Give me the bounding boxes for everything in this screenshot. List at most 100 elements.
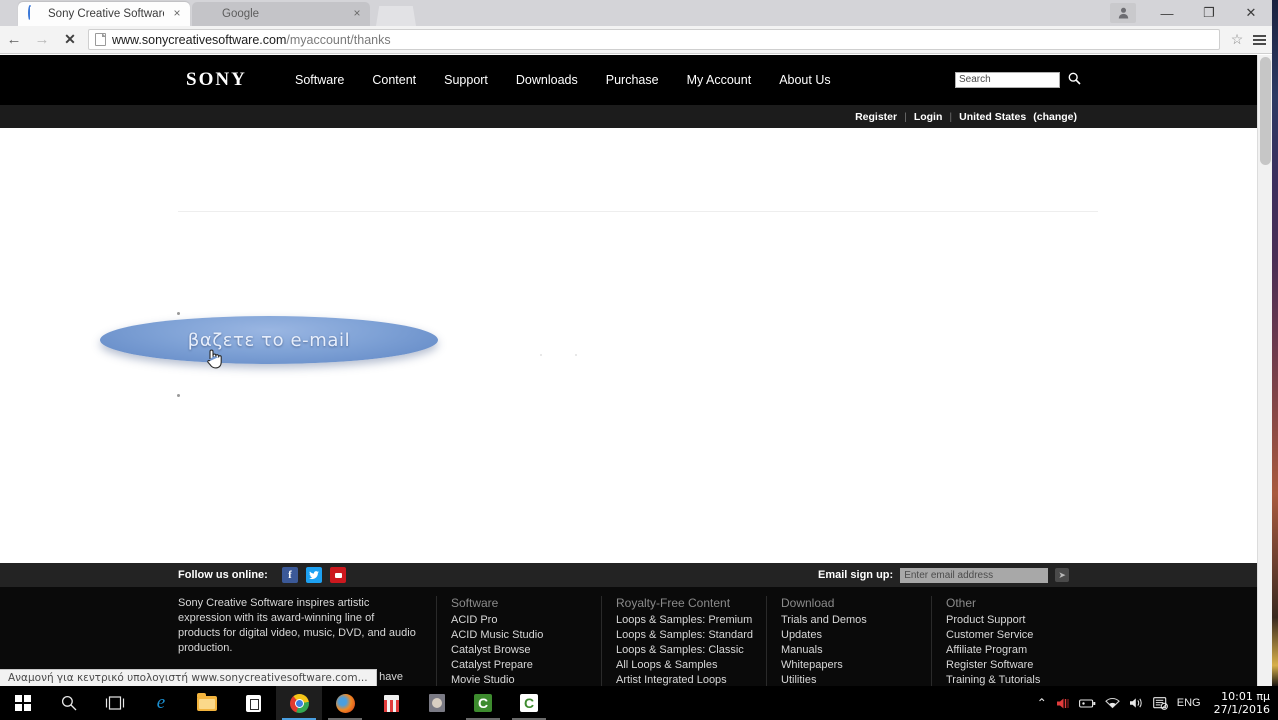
back-button[interactable]: ← [0, 26, 28, 54]
address-bar[interactable]: www.sonycreativesoftware.com/myaccount/t… [88, 29, 1220, 50]
search-icon[interactable] [1068, 72, 1081, 88]
volume-alert-icon[interactable] [1056, 697, 1070, 710]
page-content-area: βαζετε το e-mail [0, 128, 1272, 563]
footer-link[interactable]: Whitepapers [781, 658, 931, 673]
browser-status-bubble: Αναμονή για κεντρικό υπολογιστή www.sony… [0, 669, 377, 686]
footer-link[interactable]: Catalyst Browse [451, 643, 601, 658]
nav-item-downloads[interactable]: Downloads [516, 73, 578, 87]
footer-link[interactable]: All Loops & Samples [616, 658, 766, 673]
search-input[interactable]: Search [955, 72, 1060, 88]
task-view-button[interactable] [92, 686, 138, 720]
battery-icon[interactable] [1078, 698, 1096, 709]
footer-link[interactable]: Loops & Samples: Premium [616, 613, 766, 628]
popcorn-time-icon [383, 694, 399, 712]
taskbar-app-camtasia-recorder[interactable]: C [506, 686, 552, 720]
footer-link[interactable]: Artist Integrated Loops [616, 673, 766, 686]
maximize-button[interactable]: ❐ [1188, 0, 1230, 26]
speaker-icon[interactable] [1129, 697, 1144, 709]
wifi-icon[interactable] [1104, 697, 1120, 709]
social-icon-group: f [282, 567, 346, 583]
locale-label: United States [959, 110, 1027, 123]
camtasia-recorder-icon: C [520, 694, 538, 712]
taskbar-app-popcorn-time[interactable] [368, 686, 414, 720]
sony-site-header: SONY Software Content Support Downloads … [0, 55, 1272, 105]
email-signup-input[interactable]: Enter email address [900, 567, 1049, 583]
taskbar-app-photo[interactable] [414, 686, 460, 720]
nav-item-software[interactable]: Software [295, 73, 344, 87]
footer-link[interactable]: Movie Studio [451, 673, 601, 686]
nav-item-my-account[interactable]: My Account [687, 73, 752, 87]
scrollbar-thumb[interactable] [1260, 57, 1271, 165]
close-window-button[interactable]: ✕ [1230, 0, 1272, 26]
user-profile-icon[interactable] [1110, 3, 1136, 23]
email-signup-submit-button[interactable]: ➤ [1055, 568, 1070, 582]
list-bullet [177, 394, 180, 397]
content-divider [178, 211, 1098, 212]
page-scrollbar[interactable] [1257, 55, 1272, 686]
taskbar-app-file-explorer[interactable] [184, 686, 230, 720]
language-indicator[interactable]: ENG [1177, 697, 1201, 709]
taskbar-app-camtasia[interactable]: C [460, 686, 506, 720]
annotation-callout: βαζετε το e-mail [100, 316, 438, 364]
screen: Sony Creative Software - × Google × — ❐ … [0, 0, 1278, 720]
forward-button[interactable]: → [28, 26, 56, 54]
twitter-icon[interactable] [306, 567, 322, 583]
register-link[interactable]: Register [855, 111, 897, 123]
firefox-icon [335, 693, 355, 713]
faint-mark [575, 354, 577, 356]
footer-link[interactable]: ACID Pro [451, 613, 601, 628]
footer-link[interactable]: Loops & Samples: Classic [616, 643, 766, 658]
locale-change-link[interactable]: (change) [1033, 111, 1077, 123]
nav-item-content[interactable]: Content [372, 73, 416, 87]
facebook-icon[interactable]: f [282, 567, 298, 583]
chrome-browser-window: Sony Creative Software - × Google × — ❐ … [0, 0, 1272, 686]
minimize-button[interactable]: — [1146, 0, 1188, 26]
tab-google[interactable]: Google × [192, 2, 370, 26]
nav-item-purchase[interactable]: Purchase [606, 73, 659, 87]
footer-link[interactable]: Customer Service [946, 628, 1096, 643]
desktop-wallpaper [1272, 0, 1278, 686]
login-link[interactable]: Login [914, 111, 943, 123]
stop-loading-button[interactable]: ✕ [56, 26, 84, 54]
new-tab-button[interactable] [376, 6, 416, 26]
taskbar-app-microsoft-store[interactable] [230, 686, 276, 720]
footer-link[interactable]: Training & Tutorials [946, 673, 1096, 686]
sony-logo[interactable]: SONY [186, 69, 247, 91]
action-center-icon[interactable] [1152, 696, 1168, 710]
url-path: /myaccount/thanks [286, 32, 391, 47]
bookmark-star-icon[interactable]: ☆ [1226, 26, 1248, 54]
footer-link[interactable]: Manuals [781, 643, 931, 658]
clock[interactable]: 10:01 πμ 27/1/2016 [1210, 690, 1270, 716]
site-utility-nav: Register | Login | United States (change… [0, 105, 1272, 128]
footer-link[interactable]: Catalyst Prepare [451, 658, 601, 673]
search-icon [61, 695, 77, 711]
footer-link[interactable]: Utilities [781, 673, 931, 686]
nav-item-support[interactable]: Support [444, 73, 488, 87]
footer-link[interactable]: Loops & Samples: Standard [616, 628, 766, 643]
tab-close-icon[interactable]: × [350, 7, 364, 21]
chrome-menu-icon[interactable] [1248, 26, 1270, 54]
tray-expand-chevron-icon[interactable]: ⌃ [1037, 696, 1047, 710]
tab-close-icon[interactable]: × [170, 7, 184, 21]
footer-link[interactable]: Affiliate Program [946, 643, 1096, 658]
footer-link[interactable]: Updates [781, 628, 931, 643]
footer-column-download: Download Trials and Demos Updates Manual… [766, 596, 931, 686]
tab-sony-creative-software[interactable]: Sony Creative Software - × [18, 2, 190, 26]
taskbar-app-chrome[interactable] [276, 686, 322, 720]
start-button[interactable] [0, 686, 46, 720]
tab-title: Sony Creative Software - [48, 8, 164, 20]
system-tray: ⌃ ENG 10:01 πμ 27/1/2016 [1037, 686, 1278, 720]
chrome-icon [289, 693, 309, 713]
taskbar-search-button[interactable] [46, 686, 92, 720]
footer-link[interactable]: Register Software [946, 658, 1096, 673]
youtube-icon[interactable] [330, 567, 346, 583]
email-signup-label: Email sign up: [818, 569, 894, 581]
taskbar-app-edge[interactable]: e [138, 686, 184, 720]
footer-link[interactable]: ACID Music Studio [451, 628, 601, 643]
footer-link[interactable]: Product Support [946, 613, 1096, 628]
footer-link[interactable]: Trials and Demos [781, 613, 931, 628]
window-caption-buttons: — ❐ ✕ [1110, 0, 1272, 26]
taskbar-app-firefox[interactable] [322, 686, 368, 720]
nav-item-about-us[interactable]: About Us [779, 73, 830, 87]
footer-description-paragraph-1: Sony Creative Software inspires artistic… [178, 597, 416, 654]
